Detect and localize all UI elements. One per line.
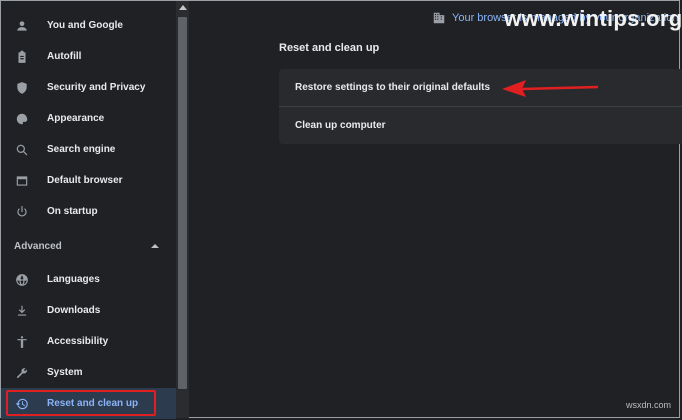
watermark-text: www.wintips.org: [504, 6, 682, 31]
sidebar-item-label: You and Google: [47, 20, 123, 31]
reset-options-card: Restore settings to their original defau…: [279, 69, 682, 144]
row-label: Restore settings to their original defau…: [295, 82, 491, 93]
wrench-icon: [15, 366, 29, 380]
sidebar-item-appearance[interactable]: Appearance: [1, 103, 176, 134]
sidebar-item-label: Security and Privacy: [47, 82, 146, 93]
sidebar-item-default-browser[interactable]: Default browser: [1, 165, 176, 196]
page-title: Reset and clean up: [279, 42, 380, 54]
sidebar-item-system[interactable]: System: [1, 357, 176, 388]
clean-up-computer-row[interactable]: Clean up computer: [279, 107, 682, 144]
sidebar-item-label: System: [47, 367, 83, 378]
download-icon: [15, 304, 29, 318]
sidebar-item-languages[interactable]: Languages: [1, 264, 176, 295]
restore-settings-row[interactable]: Restore settings to their original defau…: [279, 69, 682, 106]
sidebar-item-label: Downloads: [47, 305, 101, 316]
annotation-highlight-box: [6, 390, 156, 416]
sidebar-item-label: Accessibility: [47, 336, 109, 347]
sidebar-item-label: Autofill: [47, 51, 82, 62]
settings-sidebar: You and Google Autofill Security and Pri…: [1, 1, 176, 419]
sidebar-scrollbar[interactable]: [176, 1, 189, 418]
sidebar-item-on-startup[interactable]: On startup: [1, 196, 176, 227]
clipboard-icon: [15, 50, 29, 64]
power-icon: [15, 205, 29, 219]
sidebar-item-autofill[interactable]: Autofill: [1, 41, 176, 72]
sidebar-item-downloads[interactable]: Downloads: [1, 295, 176, 326]
globe-icon: [15, 273, 29, 287]
search-icon: [15, 143, 29, 157]
sidebar-item-security-and-privacy[interactable]: Security and Privacy: [1, 72, 176, 103]
sidebar-item-label: Default browser: [47, 175, 123, 186]
sidebar-item-label: Search engine: [47, 144, 116, 155]
sidebar-item-label: On startup: [47, 206, 98, 217]
person-icon: [15, 19, 29, 33]
browser-window-icon: [15, 174, 29, 188]
accessibility-icon: [15, 335, 29, 349]
shield-icon: [15, 81, 29, 95]
annotation-arrow-icon: [502, 80, 599, 97]
sidebar-item-label: Languages: [47, 274, 100, 285]
chevron-up-icon[interactable]: [151, 244, 159, 248]
sidebar-item-label: Appearance: [47, 113, 105, 124]
sidebar-item-search-engine[interactable]: Search engine: [1, 134, 176, 165]
building-icon: [432, 11, 446, 25]
sidebar-item-you-and-google[interactable]: You and Google: [1, 10, 176, 41]
palette-icon: [15, 112, 29, 126]
row-label: Clean up computer: [295, 120, 386, 131]
advanced-section-toggle[interactable]: Advanced: [14, 241, 62, 252]
scrollbar-thumb[interactable]: [178, 17, 187, 389]
scroll-up-icon[interactable]: [179, 5, 187, 10]
sidebar-item-accessibility[interactable]: Accessibility: [1, 326, 176, 357]
corner-watermark: wsxdn.com: [626, 400, 672, 410]
